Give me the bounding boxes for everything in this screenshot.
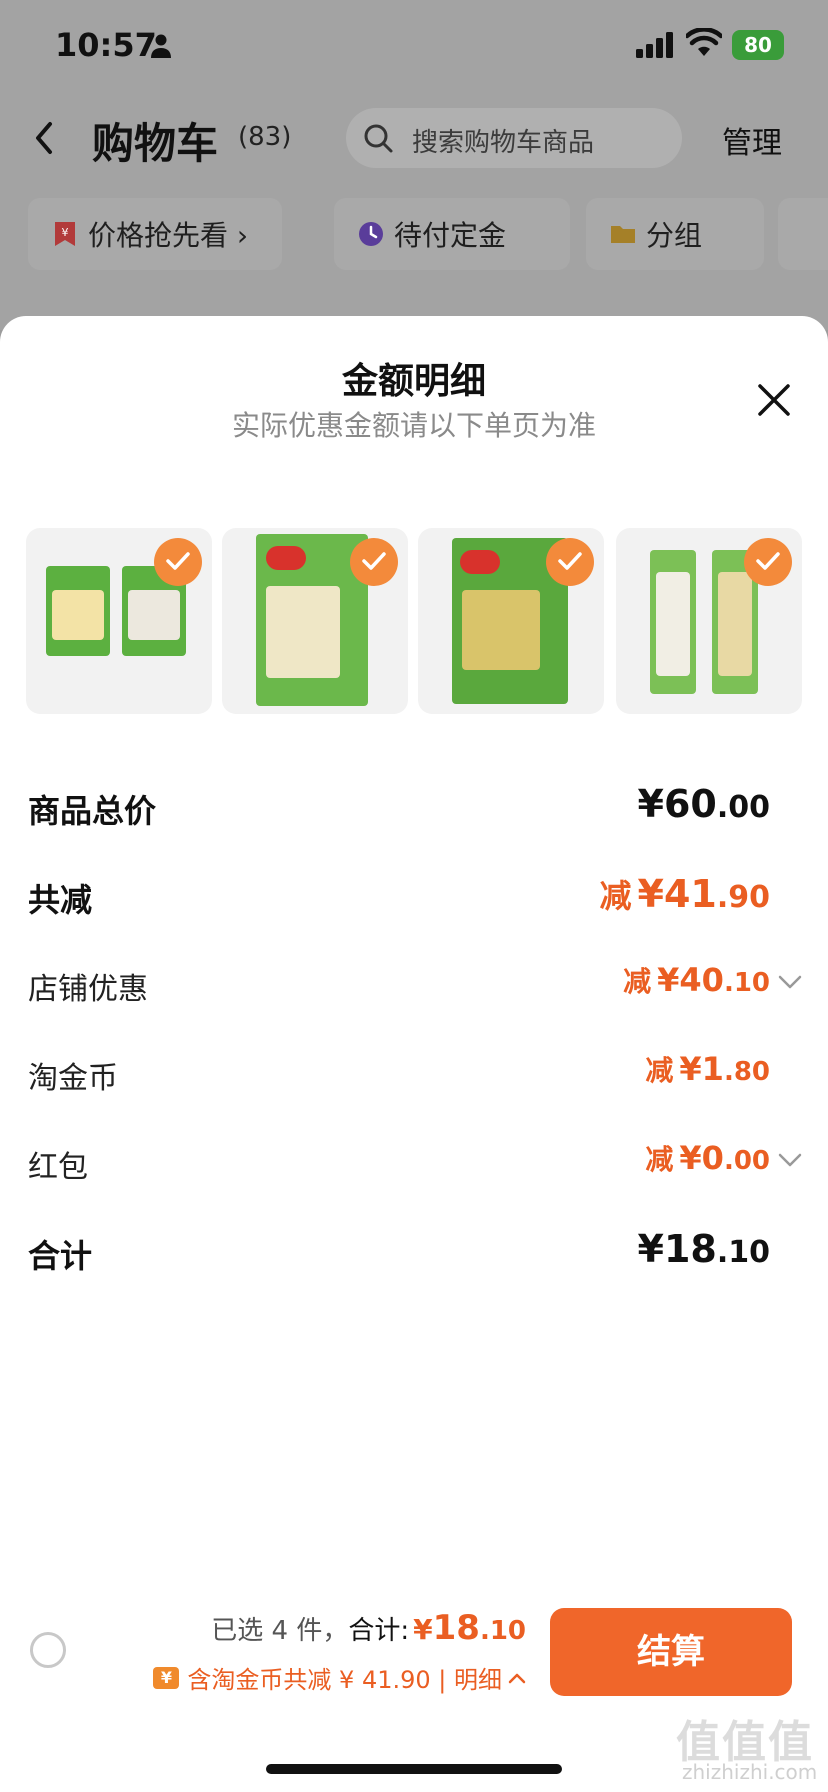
row-label: 合计 [28, 1237, 93, 1275]
row-shop-discount[interactable]: 店铺优惠 减 ¥40.10 [0, 954, 828, 1014]
search-placeholder: 搜索购物车商品 [412, 128, 595, 158]
svg-text:¥: ¥ [62, 226, 69, 239]
clock-icon [359, 222, 383, 246]
selected-check-badge[interactable] [744, 538, 792, 586]
chip-label: 待付定金 [394, 219, 507, 252]
product-thumbnail[interactable] [26, 528, 212, 714]
product-image [718, 572, 752, 676]
total-label: 合计: [348, 1616, 410, 1646]
row-value: ¥60.00 [637, 782, 771, 826]
back-arrow-icon[interactable] [30, 118, 60, 158]
check-icon [756, 552, 780, 570]
checkout-button[interactable]: 结算 [550, 1608, 792, 1696]
chevron-down-icon[interactable] [778, 1152, 802, 1168]
background-screen: 10:57 80 购物车 (83) 搜索购物车商品 管理 ¥ 价格抢先看 › 待… [0, 0, 828, 330]
row-label: 淘金币 [28, 1061, 118, 1096]
row-value: 减 ¥1.80 [645, 1050, 770, 1088]
row-label: 共减 [28, 881, 93, 919]
close-icon[interactable] [756, 382, 792, 418]
product-logo [266, 546, 306, 570]
product-thumbnail[interactable] [616, 528, 802, 714]
row-taobao-coins: 淘金币 减 ¥1.80 [0, 1043, 828, 1103]
select-all-checkbox[interactable] [30, 1632, 66, 1668]
folder-icon [611, 226, 635, 243]
row-label: 店铺优惠 [28, 972, 148, 1007]
cart-count: (83) [238, 122, 292, 152]
chip-label: 价格抢先看 › [88, 219, 249, 252]
selected-check-badge[interactable] [350, 538, 398, 586]
chip-label: 分组 [646, 219, 703, 252]
nav-bar: 购物车 (83) 搜索购物车商品 管理 [0, 100, 828, 176]
chevron-up-icon [508, 1673, 526, 1683]
more-chip[interactable] [778, 198, 828, 270]
product-image [52, 590, 104, 640]
sheet-subtitle: 实际优惠金额请以下单页为准 [231, 409, 596, 442]
product-thumbnails [26, 528, 816, 714]
status-bar: 10:57 80 [0, 0, 828, 92]
manage-button[interactable]: 管理 [722, 118, 782, 162]
page-title: 购物车 [92, 119, 219, 168]
pending-deposit-chip[interactable]: 待付定金 [334, 198, 570, 270]
watermark-url: zhizhizhi.com [682, 1760, 818, 1784]
selected-count: 已选 4 件， [211, 1616, 349, 1646]
selected-check-badge[interactable] [546, 538, 594, 586]
total-decimal: .10 [479, 1616, 526, 1646]
row-red-packet[interactable]: 红包 减 ¥0.00 [0, 1132, 828, 1192]
row-value: 减 ¥41.90 [599, 872, 770, 916]
row-value: 减 ¥0.00 [645, 1139, 770, 1177]
price-tag-icon: ¥ [55, 222, 75, 246]
check-icon [558, 552, 582, 570]
status-time: 10:57 [55, 26, 157, 64]
signal-icon [636, 32, 673, 58]
product-logo [460, 550, 500, 574]
group-chip[interactable]: 分组 [586, 198, 764, 270]
row-total-price: 商品总价 ¥60.00 [0, 776, 828, 836]
chevron-down-icon[interactable] [778, 974, 802, 990]
row-label: 商品总价 [28, 792, 157, 830]
search-input[interactable]: 搜索购物车商品 [346, 108, 682, 168]
coin-icon: ¥ [153, 1666, 180, 1689]
selection-summary: 已选 4 件，合计: ¥18.10 [211, 1608, 526, 1648]
filter-row: ¥ 价格抢先看 › 待付定金 分组 [0, 198, 828, 270]
total-main: 18 [432, 1608, 480, 1648]
checkout-bar: 已选 4 件，合计: ¥18.10 ¥ 含淘金币共减 ¥ 41.90 | 明细 结… [0, 1596, 828, 1716]
selected-check-badge[interactable] [154, 538, 202, 586]
product-image [266, 586, 340, 678]
search-icon [364, 124, 393, 153]
check-icon [362, 552, 386, 570]
total-currency: ¥ [413, 1613, 433, 1646]
row-grand-total: 合计 ¥18.10 [0, 1221, 828, 1281]
wifi-icon [686, 28, 722, 56]
battery-indicator: 80 [732, 30, 784, 60]
row-label: 红包 [28, 1150, 88, 1185]
person-icon [151, 34, 171, 58]
row-value: 减 ¥40.10 [623, 961, 770, 999]
product-thumbnail[interactable] [222, 528, 408, 714]
price-preview-chip[interactable]: ¥ 价格抢先看 › [28, 198, 282, 270]
amount-detail-sheet: 金额明细 实际优惠金额请以下单页为准 商品总价 ¥60.00 共减 减 ¥41.… [0, 316, 828, 1792]
row-value: ¥18.10 [637, 1227, 771, 1271]
discount-detail-toggle[interactable]: ¥ 含淘金币共减 ¥ 41.90 | 明细 [153, 1660, 526, 1695]
product-image [656, 572, 690, 676]
discount-text: 含淘金币共减 ¥ 41.90 | 明细 [187, 1666, 502, 1694]
product-image [462, 590, 540, 670]
product-image [128, 590, 180, 640]
row-total-discount: 共减 减 ¥41.90 [0, 865, 828, 925]
home-indicator [266, 1764, 562, 1774]
sheet-title: 金额明细 [341, 361, 486, 402]
product-thumbnail[interactable] [418, 528, 604, 714]
check-icon [166, 552, 190, 570]
